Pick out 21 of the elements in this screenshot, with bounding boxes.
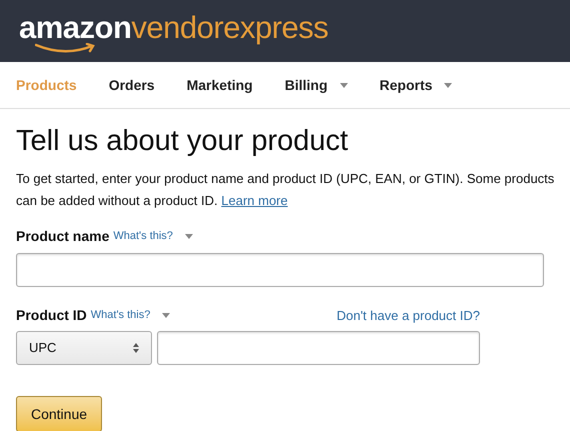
id-type-select[interactable]: UPC	[16, 331, 152, 365]
field-label: Product ID	[16, 306, 87, 325]
product-id-field[interactable]	[157, 331, 480, 365]
intro-text: To get started, enter your product name and product ID (UPC, EAN, or GTIN). Some products can be added without a product ID. Learn more	[16, 170, 556, 210]
nav-tab[interactable]: Orders	[108, 75, 155, 96]
nav-tab[interactable]: Reports	[380, 75, 452, 96]
help-link[interactable]: What's this?	[113, 228, 173, 245]
caret-icon	[162, 313, 170, 318]
updown-arrows-icon	[133, 343, 139, 353]
smile-arrow-icon	[35, 43, 97, 55]
field-label: Product name	[16, 227, 110, 246]
logo-brand: amazon	[19, 15, 132, 41]
caret-icon	[184, 234, 193, 239]
learn-more-link[interactable]: Learn more	[221, 193, 288, 208]
nav-tab[interactable]: Marketing	[186, 75, 253, 96]
no-product-id-link[interactable]: Don't have a product ID?	[336, 306, 480, 326]
page-title: Tell us about your product	[16, 124, 350, 158]
help-link[interactable]: What's this?	[90, 307, 150, 324]
product-name-field[interactable]	[16, 253, 544, 287]
continue-button[interactable]: Continue	[16, 396, 102, 431]
nav-tab[interactable]: Billing	[284, 75, 348, 96]
